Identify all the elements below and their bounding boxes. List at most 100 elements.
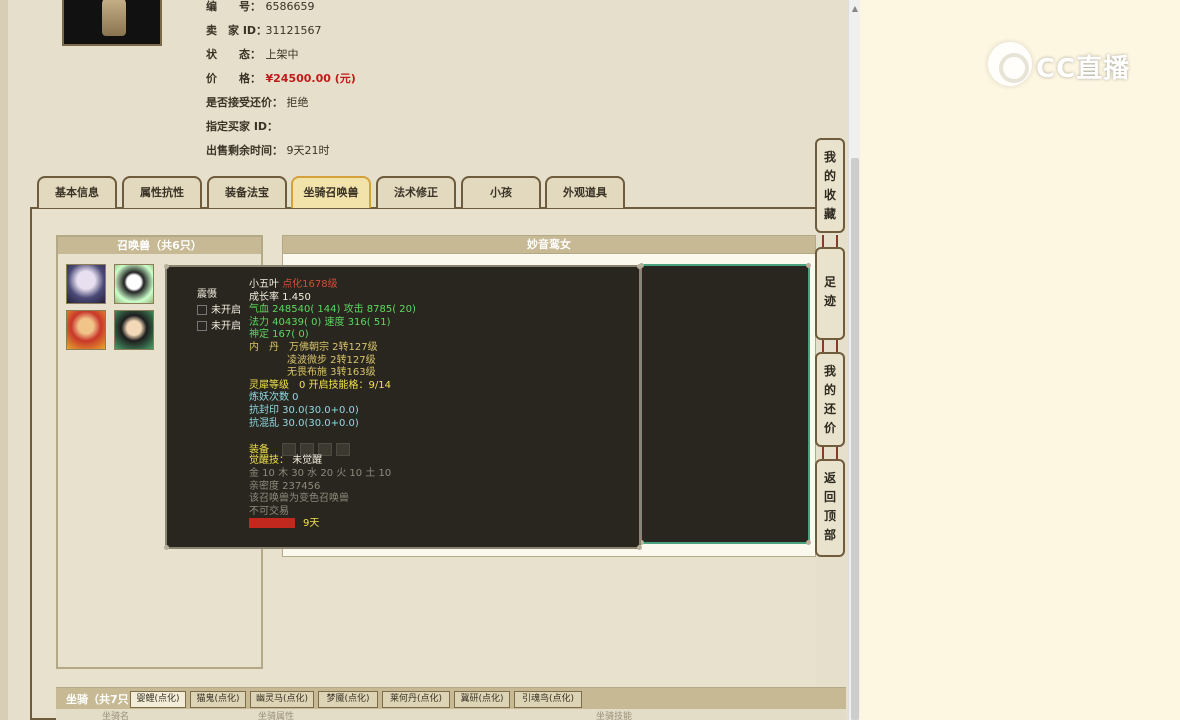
cc-live-logo: CC直播 [988,42,1148,86]
checkbox-icon [197,321,207,331]
mount-tab[interactable]: 梦魇(点化) [318,691,378,708]
corner-ornament [164,264,169,269]
mount-tab[interactable]: 婴鲤(点化) [130,691,186,708]
tab-spell-mods[interactable]: 法术修正 [376,176,456,208]
pet-detail-header: 妙音鸾女 [282,235,816,254]
info-counter-offer: 是否接受还价： 拒绝 [206,96,309,110]
info-seller-id: 卖 家 ID： 31121567 [206,24,322,38]
pet-refine-count: 炼妖次数 0 [249,392,299,404]
equipment-slot-icon[interactable] [282,442,297,456]
my-offers-button[interactable]: 我的还价 [815,352,845,447]
pet-level: 点化1678级 [282,279,338,290]
equipment-label: 装备 [249,444,269,456]
tab-appearance[interactable]: 外观道具 [545,176,625,208]
pet-trade-status: 不可交易 [249,505,289,517]
awaken-value: 未觉醒 [292,455,323,467]
pet-time-row: 9天 [249,518,416,531]
pet-neidan: 凌波微步 2转127级 [287,354,376,366]
pet-tooltip: 震慑 未开启 未开启 小五叶 点化1678级 成长率 1.450 气血 2485… [164,264,642,550]
info-label: 是否接受还价： [206,96,283,109]
info-time-left: 出售剩余时间： 9天21时 [206,144,330,158]
pet-thumbnail[interactable] [114,264,154,304]
mounts-section: 坐骑（共7只 婴鲤(点化) 猫鬼(点化) 幽灵马(点化) 梦魇(点化) 莱何丹(… [56,687,846,720]
tab-children[interactable]: 小孩 [461,176,541,208]
info-value: 6586659 [265,0,315,13]
side-separator [815,235,845,247]
info-value: 拒绝 [286,96,309,109]
mount-tab[interactable]: 幽灵马(点化) [250,691,314,708]
pet-intimacy: 亲密度 237456 [249,480,321,492]
equipment-slot-icon[interactable] [300,442,315,456]
pet-thumbnail[interactable] [66,264,106,304]
equipment-slot-icon[interactable] [318,442,333,456]
tooltip-side-flag: 未开启 [197,319,241,335]
pet-name: 小五叶 [249,279,279,290]
mount-tab[interactable]: 引魂鸟(点化) [514,691,582,708]
pet-hp-attack: 气血 248540( 144) 攻击 8785( 20) [249,304,416,316]
pet-resist-chaos: 抗混乱 30.0(30.0+0.0) [249,417,359,429]
mount-tab[interactable]: 莱何丹(点化) [382,691,450,708]
back-to-top-button[interactable]: 返回顶部 [815,459,845,557]
info-price: 价 格： ¥24500.00 (元) [206,72,356,86]
pet-growth: 成长率 1.450 [249,291,311,303]
mount-col-header: 坐骑技能 [596,712,633,720]
pet-neidan: 无畏布施 3转163级 [287,367,376,379]
corner-ornament [806,263,811,268]
pet-days-left: 9天 [303,518,320,530]
pet-spirit-level: 灵犀等级 0 开启技能格：9/14 [249,379,391,391]
info-label: 出售剩余时间： [206,144,283,157]
cc-logo-icon [988,42,1032,86]
page-scrollbar[interactable]: ▲ [848,0,860,720]
equipment-slot-icon[interactable] [336,442,351,456]
info-status: 状 态： 上架中 [206,48,299,62]
pet-awaken-row: 觉醒技： 未觉醒 [249,455,416,468]
pet-resist-seal: 抗封印 30.0(30.0+0.0) [249,404,359,416]
pet-defense: 神定 167( 0) [249,329,309,341]
footprints-button[interactable]: 足迹 [815,247,845,340]
pet-list-header: 召唤兽（共6只） [58,237,261,254]
pet-equipment-row: 装备 [249,442,416,456]
info-value: 31121567 [265,24,322,37]
pet-mp-speed: 法力 40439( 0) 速度 316( 51) [249,316,391,328]
time-bar [249,518,295,529]
mount-columns: 坐骑名 坐骑属性 坐骑技能 [56,709,846,720]
info-label: 价 格： [206,72,261,85]
info-serial: 编 号： 6586659 [206,0,315,14]
tab-equipment[interactable]: 装备法宝 [207,176,287,208]
tab-attributes[interactable]: 属性抗性 [122,176,202,208]
info-label: 指定买家 ID： [206,120,279,133]
side-separator [815,447,845,459]
mounts-label: 坐骑（共7只 [66,693,129,706]
tab-basic-info[interactable]: 基本信息 [37,176,117,208]
price-value: ¥24500.00 (元) [265,72,356,85]
mount-tab[interactable]: 冀研(点化) [454,691,510,708]
awaken-label: 觉醒技： [249,455,289,467]
info-label: 编 号： [206,0,261,13]
side-separator [815,340,845,352]
mount-tab[interactable]: 猫鬼(点化) [190,691,246,708]
tooltip-main: 小五叶 点化1678级 成长率 1.450 气血 248540( 144) 攻击… [249,279,416,531]
character-avatar [62,0,162,46]
tab-mounts-pets[interactable]: 坐骑召唤兽 [291,176,371,208]
info-value: 上架中 [265,48,299,61]
corner-ornament [637,264,642,269]
scrollbar-thumb[interactable] [851,158,859,720]
info-value: 9天21时 [286,144,330,157]
pet-thumbnail[interactable] [66,310,106,350]
pet-thumbnail[interactable] [114,310,154,350]
checkbox-icon [197,305,207,315]
stream-overlay-area: CC直播 [860,0,1180,720]
pet-elements: 金 10 木 30 水 20 火 10 土 10 [249,467,392,479]
my-favorites-button[interactable]: 我的收藏 [815,138,845,233]
info-buyer-id: 指定买家 ID： [206,120,278,134]
pet-variant-note: 该召唤兽为变色召唤兽 [249,493,349,505]
tooltip-secondary-panel [639,263,811,545]
pet-neidan: 内 丹 万佛朝宗 2转127级 [249,341,378,353]
tooltip-side-title: 震慑 [197,289,217,300]
info-label: 状 态： [206,48,261,61]
corner-ornament [637,545,642,550]
info-label: 卖 家 ID： [206,24,268,37]
pet-name-row: 小五叶 点化1678级 [249,279,416,292]
mount-col-header: 坐骑属性 [258,712,295,720]
